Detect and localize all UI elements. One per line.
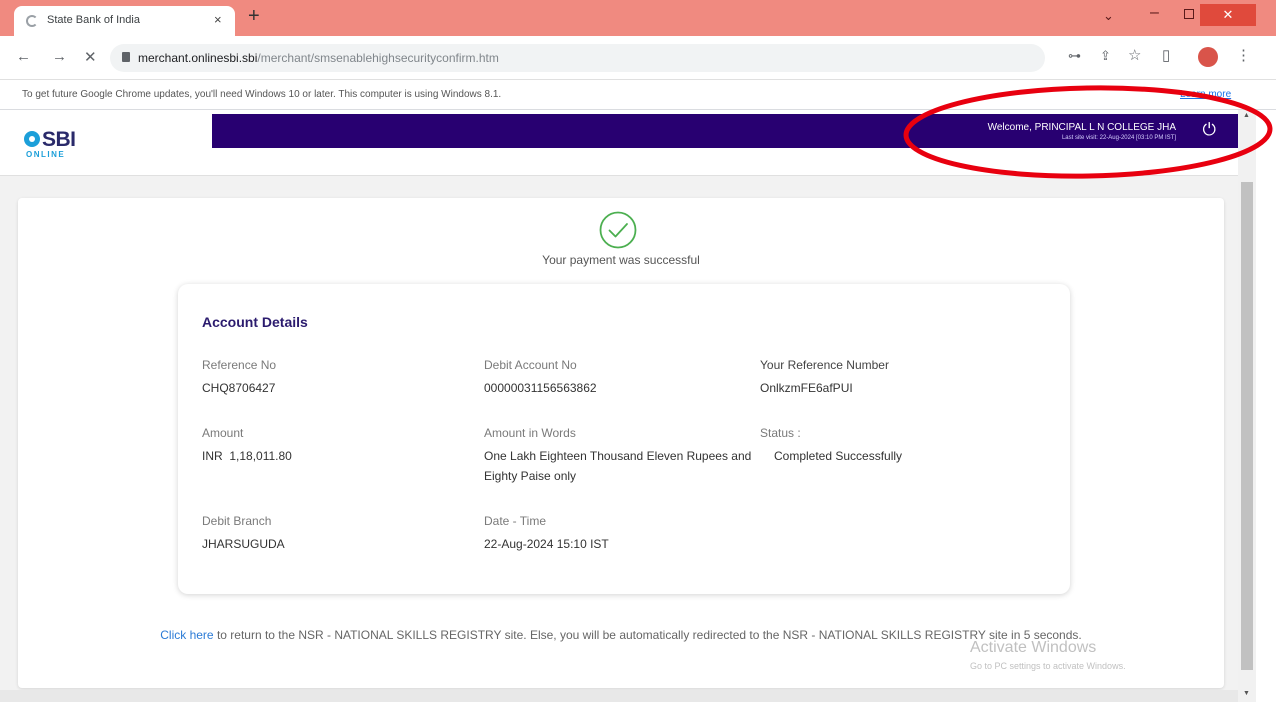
user-bar: Welcome, PRINCIPAL L N COLLEGE JHA Last … xyxy=(212,114,1238,148)
infobar-message: To get future Google Chrome updates, you… xyxy=(22,89,502,100)
key-icon[interactable]: ⊶ xyxy=(1068,48,1081,64)
debit-account-value: 00000031156563862 xyxy=(484,381,597,395)
status-label: Status : xyxy=(760,426,801,440)
close-window-button[interactable]: ✕ xyxy=(1200,4,1256,26)
account-details-card: Account Details Reference No CHQ8706427 … xyxy=(178,284,1070,594)
url-text[interactable]: merchant.onlinesbi.sbi/merchant/smsenabl… xyxy=(138,51,499,65)
payment-result-panel: Your payment was successful Account Deta… xyxy=(18,198,1224,688)
debit-account-label: Debit Account No xyxy=(484,358,577,372)
loading-icon xyxy=(26,15,38,27)
tab-title: State Bank of India xyxy=(47,14,140,26)
debit-branch-value: JHARSUGUDA xyxy=(202,537,285,551)
activate-windows-subtitle: Go to PC settings to activate Windows. xyxy=(970,661,1126,671)
click-here-link[interactable]: Click here xyxy=(160,628,213,642)
browser-tab-strip: State Bank of India × + ⌄ – ✕ xyxy=(0,0,1276,36)
logo-text: SBI xyxy=(42,128,76,151)
maximize-button[interactable] xyxy=(1184,9,1194,19)
your-reference-value: OnlkzmFE6afPUI xyxy=(760,381,853,395)
sbi-header: SBI ONLINE Welcome, PRINCIPAL L N COLLEG… xyxy=(0,110,1238,176)
share-icon[interactable]: ⇪ xyxy=(1100,48,1111,64)
welcome-text: Welcome, PRINCIPAL L N COLLEGE JHA xyxy=(987,122,1176,133)
stop-button[interactable]: ✕ xyxy=(84,48,97,66)
tab-search-icon[interactable]: ⌄ xyxy=(1103,8,1114,24)
redirect-message: to return to the NSR - NATIONAL SKILLS R… xyxy=(213,628,1082,642)
window-right-edge xyxy=(1256,110,1276,702)
sbi-logo-icon xyxy=(24,131,40,147)
browser-tab[interactable]: State Bank of India × xyxy=(14,6,235,36)
datetime-label: Date - Time xyxy=(484,514,547,528)
url-host: merchant.onlinesbi.sbi xyxy=(138,51,258,65)
update-infobar: To get future Google Chrome updates, you… xyxy=(0,80,1276,110)
logo-subtext: ONLINE xyxy=(26,150,66,159)
logout-power-icon[interactable]: ⏻ xyxy=(1203,120,1216,140)
profile-avatar[interactable] xyxy=(1198,47,1218,67)
amount-words-value: One Lakh Eighteen Thousand Eleven Rupees… xyxy=(484,449,752,483)
amount-words-label: Amount in Words xyxy=(484,426,576,440)
amount-label: Amount xyxy=(202,426,244,440)
account-details-title: Account Details xyxy=(202,314,308,330)
success-message: Your payment was successful xyxy=(542,253,700,267)
url-path: /merchant/smsenablehighsecurityconfirm.h… xyxy=(257,51,499,65)
status-value: Completed Successfully xyxy=(774,449,903,463)
bookmark-star-icon[interactable]: ☆ xyxy=(1128,46,1141,64)
page-bottom-edge xyxy=(0,690,1238,702)
your-reference-label: Your Reference Number xyxy=(760,358,889,372)
activate-windows-title: Activate Windows xyxy=(970,639,1097,656)
learn-more-link[interactable]: Learn more xyxy=(1180,89,1231,100)
page-scrollbar[interactable]: ▲ ▼ xyxy=(1238,110,1256,702)
last-visit-text: Last site visit: 22-Aug-2024 [03:10 PM I… xyxy=(1061,135,1176,141)
scroll-down-arrow-icon[interactable]: ▼ xyxy=(1243,690,1250,697)
reference-no-value: CHQ8706427 xyxy=(202,381,276,395)
amount-value: INR 1,18,011.80 xyxy=(202,449,292,463)
forward-button[interactable]: → xyxy=(52,48,67,65)
lock-icon[interactable] xyxy=(122,52,130,62)
scroll-up-arrow-icon[interactable]: ▲ xyxy=(1243,112,1250,119)
datetime-value: 22-Aug-2024 15:10 IST xyxy=(484,537,609,551)
tab-close-icon[interactable]: × xyxy=(214,12,222,27)
scroll-thumb[interactable] xyxy=(1241,182,1253,670)
debit-branch-label: Debit Branch xyxy=(202,514,272,528)
address-bar[interactable]: merchant.onlinesbi.sbi/merchant/smsenabl… xyxy=(110,44,1045,72)
browser-toolbar: ← → ✕ merchant.onlinesbi.sbi/merchant/sm… xyxy=(0,36,1276,80)
menu-icon[interactable]: ⋮ xyxy=(1236,46,1251,64)
new-tab-button[interactable]: + xyxy=(248,6,260,26)
side-panel-icon[interactable]: ▯ xyxy=(1162,46,1170,64)
success-check-icon xyxy=(599,211,637,249)
back-button[interactable]: ← xyxy=(16,48,31,65)
reference-no-label: Reference No xyxy=(202,358,277,372)
minimize-button[interactable]: – xyxy=(1150,4,1159,22)
